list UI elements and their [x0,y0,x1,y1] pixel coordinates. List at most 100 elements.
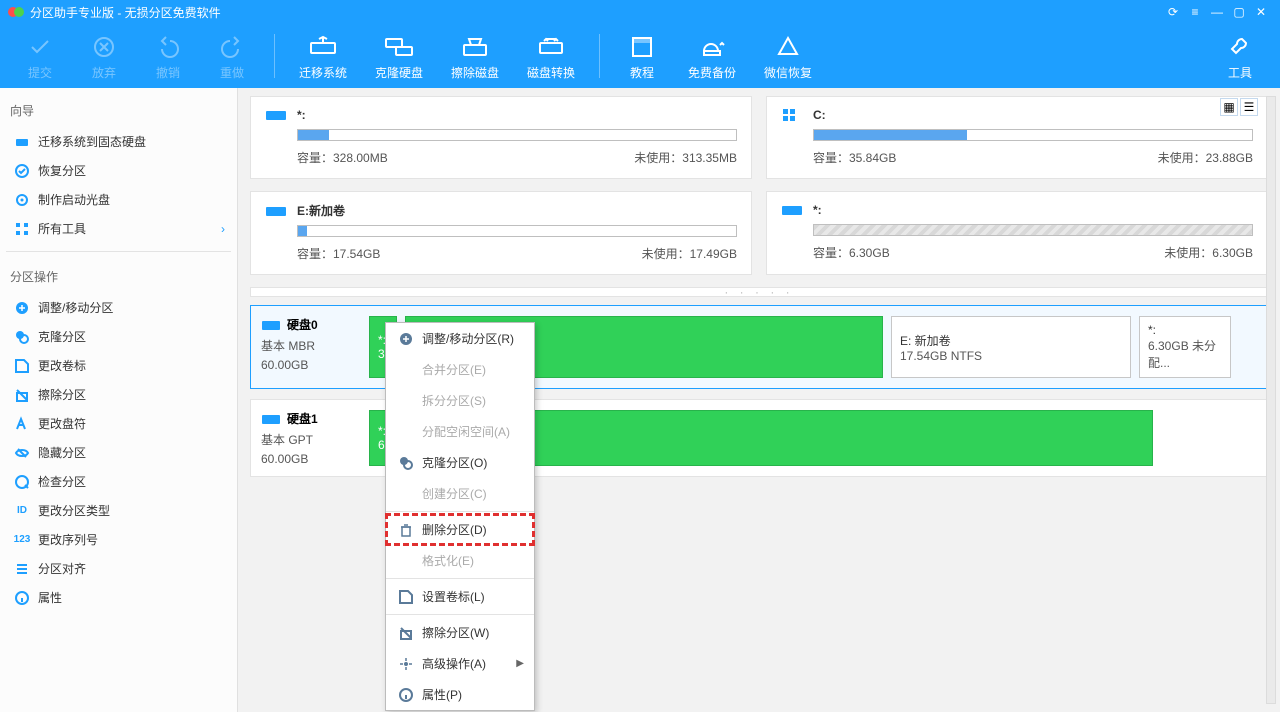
undo-button: 撤销 [136,32,200,81]
free-label: 未使用：6.30GB [1164,244,1253,261]
volume-card[interactable]: *:容量：6.30GB未使用：6.30GB [766,191,1268,275]
sidebar-item-label: 隐藏分区 [38,444,86,461]
trash-icon [396,522,416,538]
wechat-recover-button[interactable]: 微信恢复 [750,32,826,81]
minimize-icon[interactable]: — [1206,5,1228,19]
wipe-icon [12,387,32,403]
label-icon [396,589,416,605]
align-icon [12,561,32,577]
volume-card[interactable]: *:容量：328.00MB未使用：313.35MB [250,96,752,179]
main-toolbar: 提交 放弃 撤销 重做 迁移系统 克隆硬盘 擦除磁盘 磁盘转换 教程 免费备份 … [0,24,1280,88]
context-menu-item: 合并分区(E) [386,354,534,385]
sidebar-ops-item[interactable]: 分区对齐 [6,554,231,583]
context-menu-label: 创建分区(C) [422,485,487,502]
context-menu-label: 拆分分区(S) [422,392,486,409]
partition-block[interactable]: E: 新加卷17.54GB NTFS [891,316,1131,378]
sidebar-item-label: 克隆分区 [38,328,86,345]
app-title: 分区助手专业版 - 无损分区免费软件 [30,4,1162,21]
convert-disk-button[interactable]: 磁盘转换 [513,32,589,81]
usage-bar [813,129,1253,141]
sidebar-item-label: 擦除分区 [38,386,86,403]
sidebar-guide-item[interactable]: 恢复分区 [6,156,231,185]
context-menu-item: 创建分区(C) [386,478,534,509]
context-menu-item[interactable]: 属性(P) [386,679,534,710]
close-icon[interactable]: ✕ [1250,5,1272,19]
volume-card[interactable]: E:新加卷容量：17.54GB未使用：17.49GB [250,191,752,275]
chevron-right-icon: › [221,222,225,236]
refresh-icon[interactable]: ⟳ [1162,5,1184,19]
check-icon [12,474,32,490]
sidebar-item-label: 更改盘符 [38,415,86,432]
context-menu-item[interactable]: 调整/移动分区(R) [386,323,534,354]
menu-icon[interactable]: ≡ [1184,5,1206,19]
backup-button[interactable]: 免费备份 [674,32,750,81]
partition-size: 6.30GB 未分配... [1148,337,1222,371]
splitter-handle[interactable]: · · · · · [250,287,1268,297]
sidebar-guide-item[interactable]: 迁移系统到固态硬盘 [6,127,231,156]
sidebar-ops-item[interactable]: 检查分区 [6,467,231,496]
sidebar: 向导 迁移系统到固态硬盘恢复分区制作启动光盘所有工具› 分区操作 调整/移动分区… [0,88,238,712]
resize-icon [12,300,32,316]
usage-bar [297,129,737,141]
sidebar-ops-item[interactable]: 更改盘符 [6,409,231,438]
resize-icon [396,331,416,347]
context-menu-label: 属性(P) [422,686,462,703]
disk-name: 硬盘1 [287,410,318,427]
usage-bar [813,224,1253,236]
sidebar-ops-item[interactable]: 123更改序列号 [6,525,231,554]
info-icon [12,590,32,606]
volume-name: *: [813,203,822,217]
view-toggle[interactable]: ▦ ☰ [1220,98,1258,116]
disk-icon [261,412,283,426]
sidebar-ops-item[interactable]: 更改卷标 [6,351,231,380]
context-menu-item: 拆分分区(S) [386,385,534,416]
disk-size: 60.00GB [261,452,357,466]
label-icon [12,358,32,374]
sidebar-guide-item[interactable]: 制作启动光盘 [6,185,231,214]
sidebar-item-label: 制作启动光盘 [38,191,110,208]
view-list-icon[interactable]: ☰ [1240,98,1258,116]
sidebar-ops-item[interactable]: 属性 [6,583,231,612]
volume-icon [781,107,803,123]
clone-icon [396,455,416,471]
context-menu-label: 格式化(E) [422,552,474,569]
sidebar-ops-item[interactable]: 擦除分区 [6,380,231,409]
sidebar-ops-item[interactable]: ID更改分区类型 [6,496,231,525]
migrate-os-button[interactable]: 迁移系统 [285,32,361,81]
disk-icon [261,318,283,332]
wipe-disk-button[interactable]: 擦除磁盘 [437,32,513,81]
context-menu-item[interactable]: 删除分区(D) [386,514,534,545]
boot-icon [12,192,32,208]
maximize-icon[interactable]: ▢ [1228,5,1250,19]
context-menu-item[interactable]: 擦除分区(W) [386,617,534,648]
volume-icon [265,107,287,123]
grid-icon [12,221,32,237]
usage-bar [297,225,737,237]
tools-button[interactable]: 工具 [1208,32,1272,81]
info-icon [396,687,416,703]
sidebar-ops-item[interactable]: 调整/移动分区 [6,293,231,322]
context-menu-item[interactable]: 高级操作(A)▶ [386,648,534,679]
volume-icon [265,203,287,219]
sidebar-guide-item[interactable]: 所有工具› [6,214,231,243]
disk-type: 基本 GPT [261,431,357,448]
adv-icon [396,656,416,672]
volume-card[interactable]: C:容量：35.84GB未使用：23.88GB [766,96,1268,179]
clone-disk-button[interactable]: 克隆硬盘 [361,32,437,81]
tutorial-button[interactable]: 教程 [610,32,674,81]
letter-icon [12,416,32,432]
scrollbar[interactable] [1266,96,1276,704]
context-menu-label: 高级操作(A) [422,655,486,672]
context-menu-item[interactable]: 设置卷标(L) [386,581,534,612]
sidebar-ops-item[interactable]: 隐藏分区 [6,438,231,467]
view-grid-icon[interactable]: ▦ [1220,98,1238,116]
hide-icon [12,445,32,461]
sidebar-ops-item[interactable]: 克隆分区 [6,322,231,351]
sidebar-item-label: 更改卷标 [38,357,86,374]
capacity-label: 容量：328.00MB [297,149,388,166]
partition-block[interactable] [441,410,1153,466]
context-menu-item[interactable]: 克隆分区(O) [386,447,534,478]
disk-icon [12,134,32,150]
sidebar-item-label: 恢复分区 [38,162,86,179]
partition-block[interactable]: *:6.30GB 未分配... [1139,316,1231,378]
